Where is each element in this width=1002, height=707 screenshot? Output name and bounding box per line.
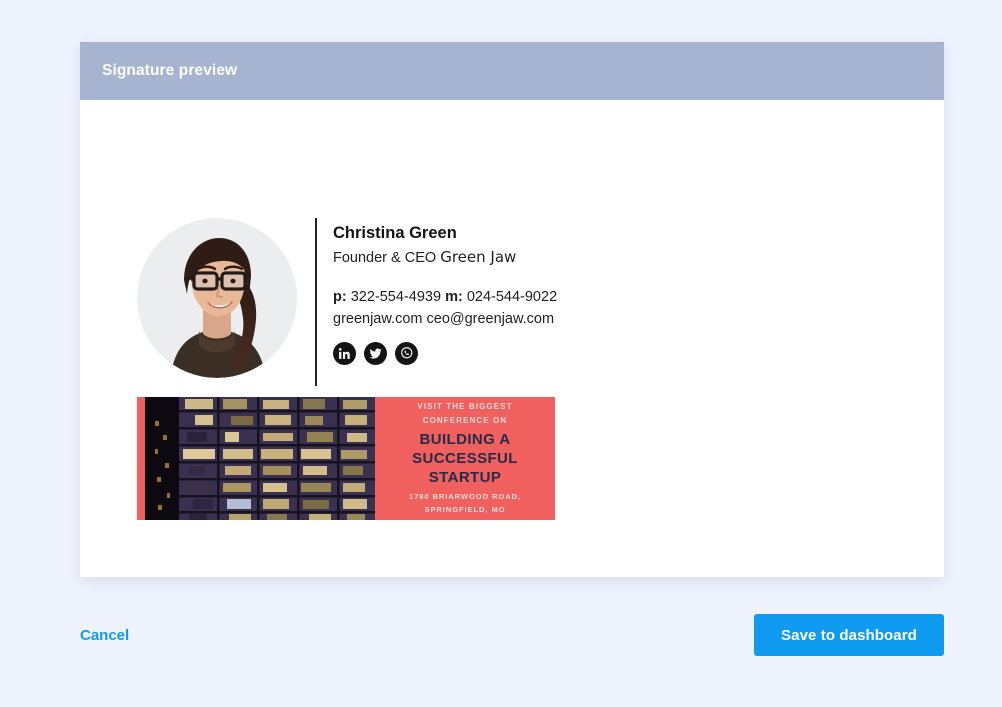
signature-name: Christina Green bbox=[333, 224, 457, 242]
mobile-label: m: bbox=[445, 288, 463, 305]
mobile-number: 024-544-9022 bbox=[466, 288, 558, 305]
email-signature: Christina Green Founder & CEO Green Jaw … bbox=[137, 218, 637, 386]
signature-web-line: greenjaw.com ceo@greenjaw.com bbox=[333, 308, 557, 330]
signature-social-links bbox=[333, 341, 557, 365]
phone-label: p: bbox=[333, 288, 347, 305]
website-link[interactable]: greenjaw.com bbox=[333, 311, 422, 327]
modal-header: Signature preview bbox=[80, 42, 944, 100]
banner-accent-stripe bbox=[137, 397, 145, 520]
signature-role: Founder & CEO bbox=[333, 249, 437, 266]
modal-footer: Cancel Save to dashboard bbox=[80, 613, 944, 657]
banner-address-line-2: Springfield, MO bbox=[424, 504, 506, 514]
modal-body: Christina Green Founder & CEO Green Jaw … bbox=[80, 100, 944, 577]
banner-text-panel: Visit the biggest Conference on Building… bbox=[375, 397, 555, 520]
signature-banner: Visit the biggest Conference on Building… bbox=[137, 397, 555, 520]
avatar bbox=[137, 218, 297, 378]
banner-address-line-1: 1780 Briarwood Road, bbox=[409, 491, 521, 501]
cancel-button[interactable]: Cancel bbox=[80, 627, 129, 644]
banner-kicker-line-1: Visit the biggest bbox=[417, 402, 513, 412]
signature-preview-modal: Signature preview Christina Green Founde… bbox=[80, 42, 944, 577]
linkedin-icon[interactable] bbox=[333, 341, 356, 365]
signature-top-row: Christina Green Founder & CEO Green Jaw … bbox=[137, 218, 637, 386]
signature-details: Christina Green Founder & CEO Green Jaw … bbox=[317, 218, 557, 365]
avatar-wrapper bbox=[137, 218, 297, 378]
signature-phone-line: p: 322-554-4939 m: 024-544-9022 bbox=[333, 286, 557, 308]
phone-number: 322-554-4939 bbox=[350, 288, 442, 305]
banner-headline-line-3: Startup bbox=[428, 468, 502, 486]
twitter-icon[interactable] bbox=[364, 341, 387, 365]
banner-headline: Building a Successful Startup bbox=[412, 430, 518, 487]
banner-kicker-line-2: Conference on bbox=[422, 415, 508, 425]
page-title: Signature preview bbox=[102, 62, 238, 79]
banner-headline-line-1: Building a bbox=[419, 430, 511, 448]
signature-company: Green Jaw bbox=[440, 247, 517, 266]
banner-photo-building bbox=[145, 397, 375, 520]
banner-headline-line-2: Successful bbox=[412, 449, 518, 467]
email-link[interactable]: ceo@greenjaw.com bbox=[427, 311, 555, 327]
whatsapp-icon[interactable] bbox=[395, 341, 418, 365]
save-to-dashboard-button[interactable]: Save to dashboard bbox=[754, 614, 944, 656]
signature-role-line: Founder & CEO Green Jaw bbox=[333, 246, 557, 270]
signature-preview-page: Signature preview Christina Green Founde… bbox=[0, 0, 1002, 707]
